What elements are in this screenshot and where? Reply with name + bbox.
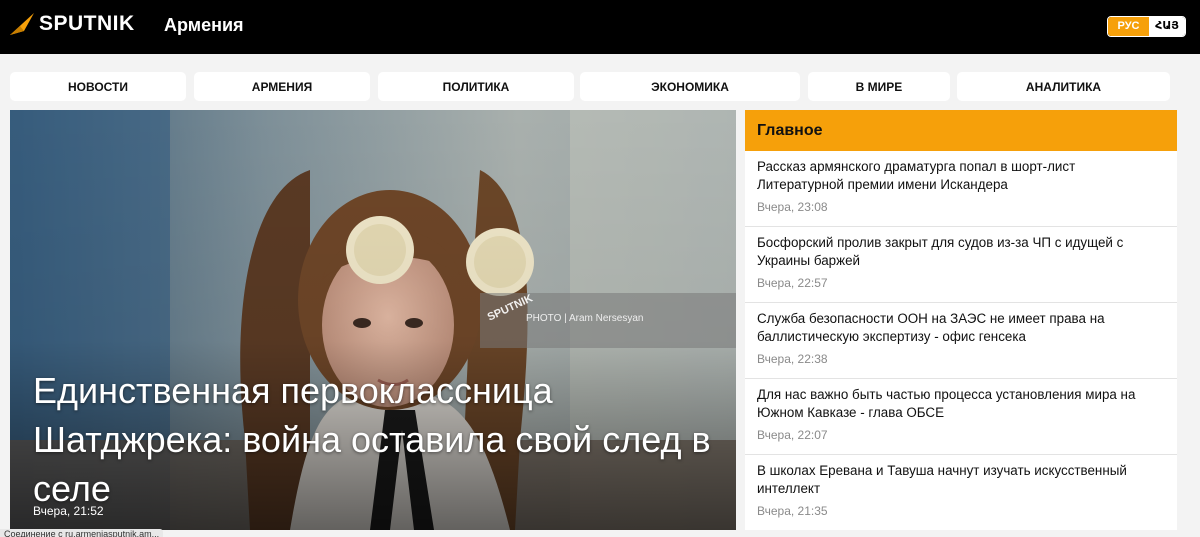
nav-tab-economy[interactable]: ЭКОНОМИКА xyxy=(580,72,800,101)
hero-title[interactable]: Единственная первоклассница Шатджрека: в… xyxy=(33,366,713,513)
language-switcher: РУС ՀԱՅ xyxy=(1107,16,1186,37)
logo-text: SPUTNIK xyxy=(39,12,135,35)
nav-tab-armenia[interactable]: АРМЕНИЯ xyxy=(194,72,370,101)
news-timestamp: Вчера, 22:07 xyxy=(757,428,828,442)
sputnik-logo[interactable]: SPUTNIK xyxy=(8,11,135,37)
news-title[interactable]: В школах Еревана и Тавуша начнут изучать… xyxy=(757,462,1165,500)
browser-status-bar: Соединение с ru.armeniasputnik.am... xyxy=(0,529,164,537)
news-item[interactable]: Служба безопасности ООН на ЗАЭС не имеет… xyxy=(745,303,1177,379)
news-item[interactable]: Босфорский пролив закрыт для судов из-за… xyxy=(745,227,1177,303)
nav-tab-politics[interactable]: ПОЛИТИКА xyxy=(378,72,574,101)
news-title[interactable]: Рассказ армянского драматурга попал в шо… xyxy=(757,158,1165,196)
nav-tab-world[interactable]: В МИРЕ xyxy=(808,72,950,101)
hero-timestamp: Вчера, 21:52 xyxy=(33,504,104,518)
news-title[interactable]: Для нас важно быть частью процесса устан… xyxy=(757,386,1165,424)
news-item[interactable]: Рассказ армянского драматурга попал в шо… xyxy=(745,151,1177,227)
news-item[interactable]: Для нас важно быть частью процесса устан… xyxy=(745,379,1177,455)
news-timestamp: Вчера, 22:57 xyxy=(757,276,828,290)
photo-credit-badge: SPUTNIK PHOTO | Aram Nersesyan xyxy=(480,292,736,348)
news-timestamp: Вчера, 23:08 xyxy=(757,200,828,214)
news-title[interactable]: Служба безопасности ООН на ЗАЭС не имеет… xyxy=(757,310,1165,348)
main-news-sidebar: Главное Рассказ армянского драматурга по… xyxy=(745,110,1177,530)
news-title[interactable]: Босфорский пролив закрыт для судов из-за… xyxy=(757,234,1165,272)
region-title[interactable]: Армения xyxy=(164,15,244,36)
lang-hy-button[interactable]: ՀԱՅ xyxy=(1149,17,1185,36)
site-header: SPUTNIK Армения РУС ՀԱՅ xyxy=(0,0,1200,54)
news-item[interactable]: В школах Еревана и Тавуша начнут изучать… xyxy=(745,455,1177,530)
sidebar-heading[interactable]: Главное xyxy=(745,110,1177,151)
news-timestamp: Вчера, 22:38 xyxy=(757,352,828,366)
news-timestamp: Вчера, 21:35 xyxy=(757,504,828,518)
sputnik-logo-icon xyxy=(10,13,34,35)
hero-article[interactable]: SPUTNIK PHOTO | Aram Nersesyan Единствен… xyxy=(10,110,736,530)
photo-credit-text: PHOTO | Aram Nersesyan xyxy=(526,313,644,324)
nav-tab-news[interactable]: НОВОСТИ xyxy=(10,72,186,101)
lang-ru-button[interactable]: РУС xyxy=(1108,17,1149,36)
nav-tab-analytics[interactable]: АНАЛИТИКА xyxy=(957,72,1170,101)
